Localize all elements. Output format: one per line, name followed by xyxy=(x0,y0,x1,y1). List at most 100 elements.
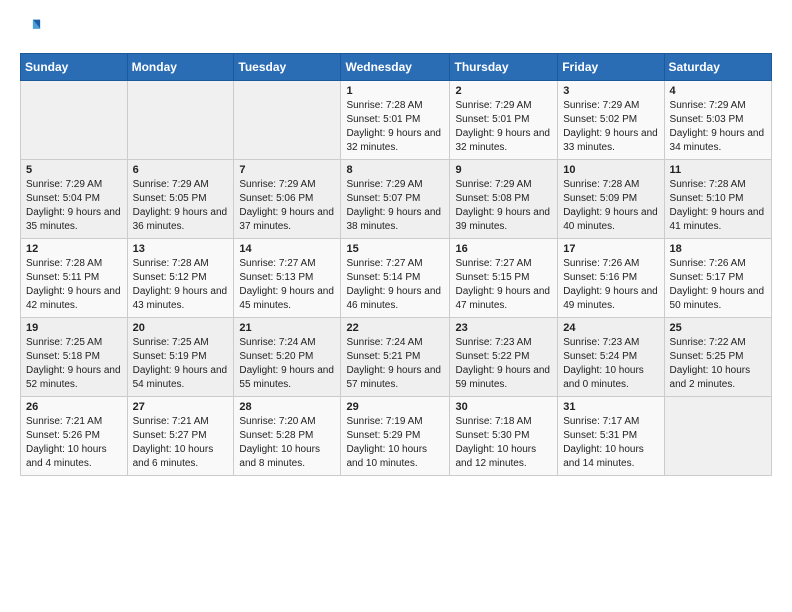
day-info: Sunrise: 7:28 AM Sunset: 5:09 PM Dayligh… xyxy=(563,178,658,234)
day-number: 15 xyxy=(346,243,444,255)
calendar-cell: 4 Sunrise: 7:29 AM Sunset: 5:03 PM Daylig… xyxy=(664,81,771,160)
day-number: 11 xyxy=(670,164,766,176)
day-info: Sunrise: 7:18 AM Sunset: 5:30 PM Dayligh… xyxy=(455,415,552,471)
day-number: 22 xyxy=(346,322,444,334)
day-info: Sunrise: 7:19 AM Sunset: 5:29 PM Dayligh… xyxy=(346,415,444,471)
day-info: Sunrise: 7:29 AM Sunset: 5:01 PM Dayligh… xyxy=(455,99,552,155)
week-row-3: 12Sunrise: 7:28 AM Sunset: 5:11 PM Dayli… xyxy=(21,239,772,318)
day-info: Sunrise: 7:29 AM Sunset: 5:04 PM Dayligh… xyxy=(26,178,122,234)
day-info: Sunrise: 7:29 AM Sunset: 5:03 PM Dayligh… xyxy=(670,99,766,155)
calendar-cell: 8 Sunrise: 7:29 AM Sunset: 5:07 PM Daylig… xyxy=(341,160,450,239)
day-number: 12 xyxy=(26,243,122,255)
calendar-cell: 24 Sunrise: 7:23 AM Sunset: 5:24 PM Dayli… xyxy=(558,318,664,397)
calendar-body: 1 Sunrise: 7:28 AM Sunset: 5:01 PM Daylig… xyxy=(21,81,772,476)
day-number: 24 xyxy=(563,322,658,334)
calendar-cell: 26 Sunrise: 7:21 AM Sunset: 5:26 PM Dayli… xyxy=(21,397,128,476)
day-number: 16 xyxy=(455,243,552,255)
calendar-cell: 7 Sunrise: 7:29 AM Sunset: 5:06 PM Daylig… xyxy=(234,160,341,239)
calendar-cell: 3 Sunrise: 7:29 AM Sunset: 5:02 PM Daylig… xyxy=(558,81,664,160)
day-number: 20 xyxy=(133,322,229,334)
day-info: Sunrise: 7:29 AM Sunset: 5:05 PM Dayligh… xyxy=(133,178,229,234)
logo xyxy=(20,16,44,43)
day-number: 9 xyxy=(455,164,552,176)
day-number: 23 xyxy=(455,322,552,334)
day-number: 31 xyxy=(563,401,658,413)
day-number: 7 xyxy=(239,164,335,176)
header-day-tuesday: Tuesday xyxy=(234,54,341,81)
day-info: Sunrise: 7:29 AM Sunset: 5:02 PM Dayligh… xyxy=(563,99,658,155)
day-number: 14 xyxy=(239,243,335,255)
day-info: Sunrise: 7:27 AM Sunset: 5:14 PM Dayligh… xyxy=(346,257,444,313)
day-info: Sunrise: 7:28 AM Sunset: 5:01 PM Dayligh… xyxy=(346,99,444,155)
calendar-cell xyxy=(664,397,771,476)
calendar-cell: 22 Sunrise: 7:24 AM Sunset: 5:21 PM Dayli… xyxy=(341,318,450,397)
day-info: Sunrise: 7:25 AM Sunset: 5:19 PM Dayligh… xyxy=(133,336,229,392)
day-number: 17 xyxy=(563,243,658,255)
calendar-cell: 19 Sunrise: 7:25 AM Sunset: 5:18 PM Dayli… xyxy=(21,318,128,397)
header-day-friday: Friday xyxy=(558,54,664,81)
calendar-cell xyxy=(234,81,341,160)
day-info: Sunrise: 7:26 AM Sunset: 5:17 PM Dayligh… xyxy=(670,257,766,313)
calendar-cell: 5 Sunrise: 7:29 AM Sunset: 5:04 PM Daylig… xyxy=(21,160,128,239)
calendar-cell: 15 Sunrise: 7:27 AM Sunset: 5:14 PM Dayli… xyxy=(341,239,450,318)
day-number: 25 xyxy=(670,322,766,334)
day-info: Sunrise: 7:22 AM Sunset: 5:25 PM Dayligh… xyxy=(670,336,766,392)
header-day-saturday: Saturday xyxy=(664,54,771,81)
day-info: Sunrise: 7:24 AM Sunset: 5:20 PM Dayligh… xyxy=(239,336,335,392)
header-row: SundayMondayTuesdayWednesdayThursdayFrid… xyxy=(21,54,772,81)
day-number: 29 xyxy=(346,401,444,413)
calendar-cell: 9 Sunrise: 7:29 AM Sunset: 5:08 PM Daylig… xyxy=(450,160,558,239)
week-row-1: 1 Sunrise: 7:28 AM Sunset: 5:01 PM Daylig… xyxy=(21,81,772,160)
day-info: Sunrise: 7:17 AM Sunset: 5:31 PM Dayligh… xyxy=(563,415,658,471)
calendar-table: SundayMondayTuesdayWednesdayThursdayFrid… xyxy=(20,53,772,476)
calendar-cell: 14Sunrise: 7:27 AM Sunset: 5:13 PM Dayli… xyxy=(234,239,341,318)
logo-icon xyxy=(20,16,42,38)
calendar-cell: 27Sunrise: 7:21 AM Sunset: 5:27 PM Dayli… xyxy=(127,397,234,476)
page: SundayMondayTuesdayWednesdayThursdayFrid… xyxy=(0,0,792,492)
calendar-cell: 23 Sunrise: 7:23 AM Sunset: 5:22 PM Dayli… xyxy=(450,318,558,397)
day-number: 1 xyxy=(346,85,444,97)
day-number: 3 xyxy=(563,85,658,97)
day-info: Sunrise: 7:25 AM Sunset: 5:18 PM Dayligh… xyxy=(26,336,122,392)
calendar-cell: 25 Sunrise: 7:22 AM Sunset: 5:25 PM Dayli… xyxy=(664,318,771,397)
day-info: Sunrise: 7:20 AM Sunset: 5:28 PM Dayligh… xyxy=(239,415,335,471)
calendar-cell: 18 Sunrise: 7:26 AM Sunset: 5:17 PM Dayli… xyxy=(664,239,771,318)
day-number: 8 xyxy=(346,164,444,176)
day-info: Sunrise: 7:29 AM Sunset: 5:07 PM Dayligh… xyxy=(346,178,444,234)
day-info: Sunrise: 7:23 AM Sunset: 5:22 PM Dayligh… xyxy=(455,336,552,392)
header-day-sunday: Sunday xyxy=(21,54,128,81)
day-info: Sunrise: 7:21 AM Sunset: 5:26 PM Dayligh… xyxy=(26,415,122,471)
day-info: Sunrise: 7:29 AM Sunset: 5:06 PM Dayligh… xyxy=(239,178,335,234)
calendar-cell: 17 Sunrise: 7:26 AM Sunset: 5:16 PM Dayli… xyxy=(558,239,664,318)
day-info: Sunrise: 7:28 AM Sunset: 5:12 PM Dayligh… xyxy=(133,257,229,313)
calendar-cell: 21Sunrise: 7:24 AM Sunset: 5:20 PM Dayli… xyxy=(234,318,341,397)
calendar-cell: 12Sunrise: 7:28 AM Sunset: 5:11 PM Dayli… xyxy=(21,239,128,318)
header-day-monday: Monday xyxy=(127,54,234,81)
day-info: Sunrise: 7:26 AM Sunset: 5:16 PM Dayligh… xyxy=(563,257,658,313)
calendar-cell: 20 Sunrise: 7:25 AM Sunset: 5:19 PM Dayli… xyxy=(127,318,234,397)
day-number: 19 xyxy=(26,322,122,334)
day-info: Sunrise: 7:29 AM Sunset: 5:08 PM Dayligh… xyxy=(455,178,552,234)
calendar-cell: 13Sunrise: 7:28 AM Sunset: 5:12 PM Dayli… xyxy=(127,239,234,318)
day-number: 6 xyxy=(133,164,229,176)
calendar-cell: 6 Sunrise: 7:29 AM Sunset: 5:05 PM Daylig… xyxy=(127,160,234,239)
day-number: 26 xyxy=(26,401,122,413)
day-number: 4 xyxy=(670,85,766,97)
header-day-wednesday: Wednesday xyxy=(341,54,450,81)
day-number: 30 xyxy=(455,401,552,413)
day-number: 10 xyxy=(563,164,658,176)
day-number: 5 xyxy=(26,164,122,176)
calendar-cell: 28Sunrise: 7:20 AM Sunset: 5:28 PM Dayli… xyxy=(234,397,341,476)
calendar-header: SundayMondayTuesdayWednesdayThursdayFrid… xyxy=(21,54,772,81)
calendar-cell xyxy=(127,81,234,160)
calendar-cell xyxy=(21,81,128,160)
week-row-4: 19 Sunrise: 7:25 AM Sunset: 5:18 PM Dayli… xyxy=(21,318,772,397)
day-info: Sunrise: 7:24 AM Sunset: 5:21 PM Dayligh… xyxy=(346,336,444,392)
day-info: Sunrise: 7:21 AM Sunset: 5:27 PM Dayligh… xyxy=(133,415,229,471)
calendar-cell: 29 Sunrise: 7:19 AM Sunset: 5:29 PM Dayli… xyxy=(341,397,450,476)
calendar-cell: 2Sunrise: 7:29 AM Sunset: 5:01 PM Daylig… xyxy=(450,81,558,160)
calendar-cell: 10 Sunrise: 7:28 AM Sunset: 5:09 PM Dayli… xyxy=(558,160,664,239)
day-number: 18 xyxy=(670,243,766,255)
day-info: Sunrise: 7:27 AM Sunset: 5:15 PM Dayligh… xyxy=(455,257,552,313)
day-info: Sunrise: 7:23 AM Sunset: 5:24 PM Dayligh… xyxy=(563,336,658,392)
